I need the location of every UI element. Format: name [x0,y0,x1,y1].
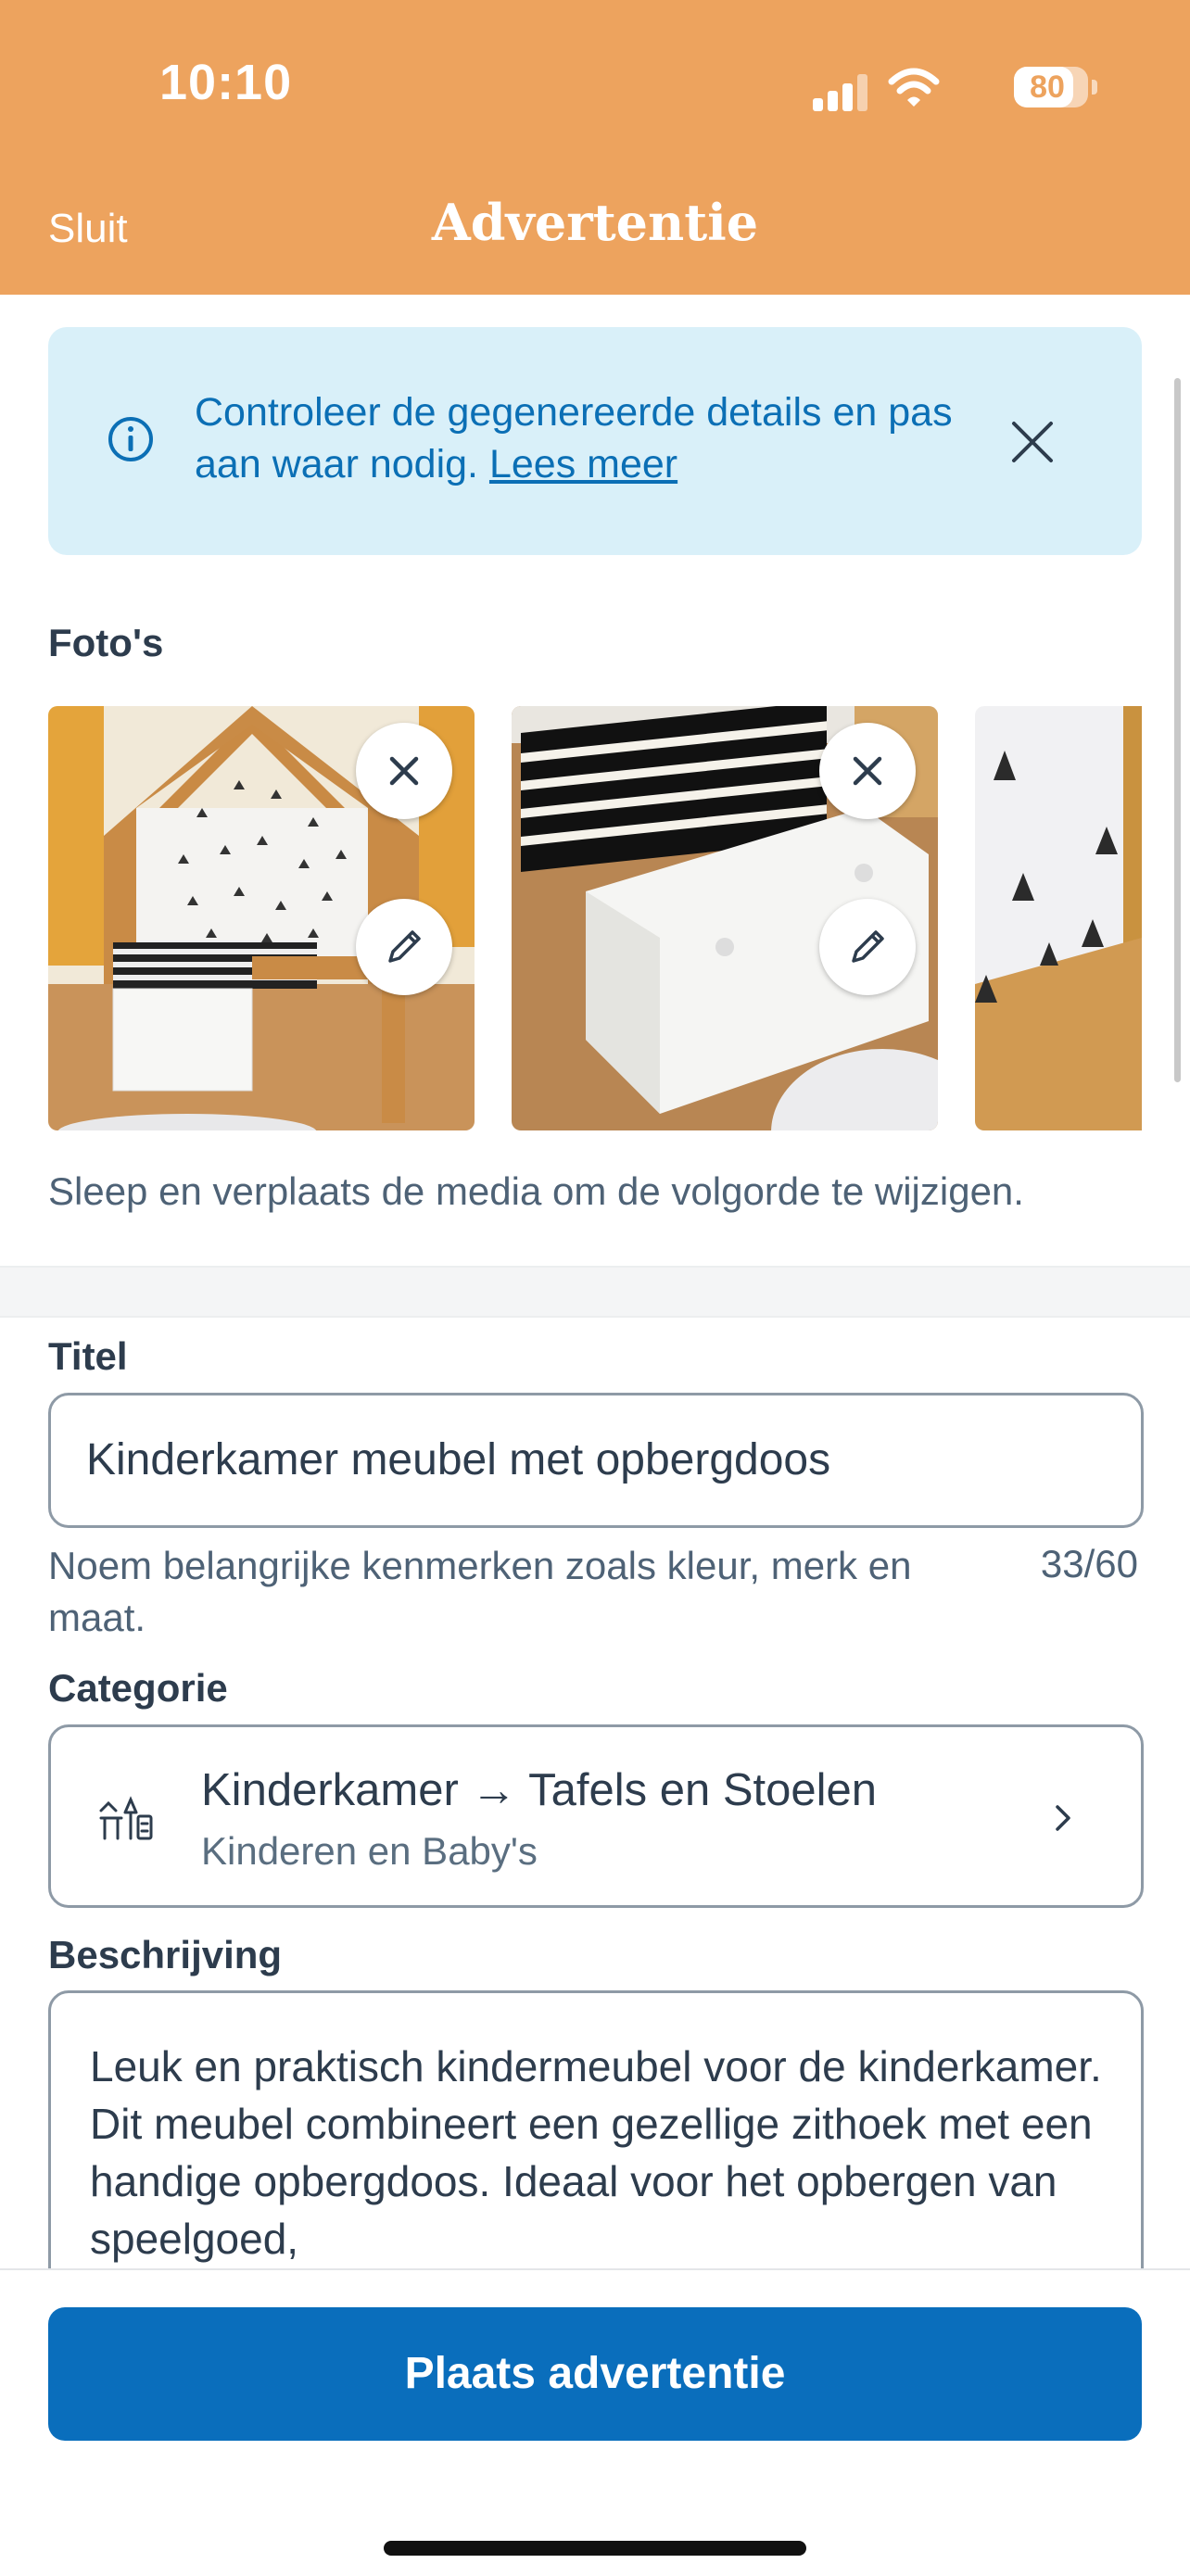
status-icons: 80 [791,65,1097,111]
close-icon [853,756,882,786]
remove-photo-1-button[interactable] [356,723,452,819]
pencil-icon [388,930,421,963]
section-divider [0,1266,1190,1318]
furniture-icon [99,1796,153,1840]
status-time: 10:10 [159,55,293,110]
chevron-right-icon [1056,1805,1070,1831]
title-label: Titel [48,1334,128,1378]
photo-1[interactable] [48,706,475,1130]
photo-2[interactable] [512,706,938,1130]
photo-3[interactable] [975,706,1142,1130]
photo-3-image [975,706,1142,1130]
battery-cap [1092,80,1097,95]
read-more-link[interactable]: Lees meer [489,442,677,486]
battery-level: 80 [1030,69,1065,105]
scroll-indicator[interactable] [1174,378,1181,1082]
category-path: Kinderkamer → Tafels en Stoelen [201,1765,878,1815]
app-header: 10:10 80 Sluit Advertentie [0,0,1190,295]
page-title: Advertentie [431,193,759,252]
info-banner-text: Controleer de gegenereerde details en pa… [195,386,955,490]
info-icon [108,417,153,461]
title-char-counter: 33/60 [1040,1542,1138,1585]
photos-helper-text: Sleep en verplaats de media om de volgor… [48,1169,1024,1213]
edit-photo-2-button[interactable] [819,899,916,995]
battery-icon: 80 [1014,67,1097,107]
description-value[interactable]: Leuk en praktisch kindermeubel voor de k… [90,2038,1119,2267]
photos-label: Foto's [48,621,164,664]
signal-icon [813,74,870,111]
close-icon [389,756,419,786]
title-helper-text: Noem belangrijke kenmerken zoals kleur, … [48,1544,912,1639]
description-label: Beschrijving [48,1933,283,1976]
title-input[interactable]: Kinderkamer meubel met opbergdoos [48,1393,1144,1528]
wifi-icon [888,68,940,107]
remove-photo-2-button[interactable] [819,723,916,819]
info-banner: Controleer de gegenereerde details en pa… [48,327,1142,555]
home-indicator [384,2541,806,2556]
category-select[interactable]: Kinderkamer → Tafels en Stoelen Kinderen… [48,1724,1144,1908]
category-parent: Kinderen en Baby's [201,1829,538,1873]
close-icon[interactable] [1010,420,1055,464]
pencil-icon [852,930,884,963]
category-label: Categorie [48,1666,228,1710]
edit-photo-1-button[interactable] [356,899,452,995]
place-ad-button[interactable]: Plaats advertentie [48,2307,1142,2441]
footer-bar: Plaats advertentie [0,2268,1190,2576]
title-input-value[interactable]: Kinderkamer meubel met opbergdoos [86,1434,830,1485]
